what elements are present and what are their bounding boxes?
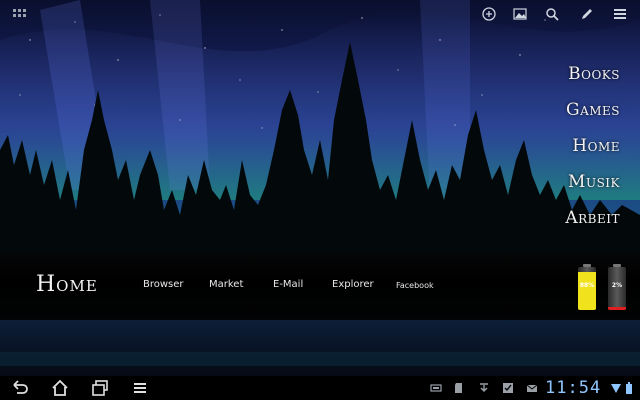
checkbox-icon[interactable] (502, 382, 514, 394)
top-bar (0, 0, 640, 30)
wallpaper-icon[interactable] (512, 6, 528, 22)
clock[interactable]: 11:54 (545, 378, 601, 398)
app-grid-icon[interactable] (12, 6, 28, 22)
side-menu-item-arbeit[interactable]: Arbeit (540, 200, 620, 236)
dock-bar: Home Browser Market E-Mail Explorer Face… (0, 254, 640, 320)
menu-icon[interactable] (612, 6, 628, 22)
battery-fill-dock (608, 307, 626, 310)
dock-link-facebook[interactable]: Facebook (396, 281, 434, 290)
side-menu: Books Games Home Musik Arbeit (540, 56, 620, 236)
battery-widget-device: 88% (578, 264, 596, 310)
wifi-icon[interactable] (610, 382, 622, 394)
system-bar: 11:54 (0, 376, 640, 400)
gmail-icon[interactable] (526, 382, 538, 394)
battery-icon[interactable] (625, 382, 633, 394)
battery-fill-device (578, 272, 596, 310)
side-menu-item-home[interactable]: Home (540, 128, 620, 164)
dock-link-explorer[interactable]: Explorer (332, 279, 374, 290)
dock-link-market[interactable]: Market (209, 279, 243, 290)
download-icon[interactable] (478, 382, 490, 394)
dock-link-browser[interactable]: Browser (143, 279, 184, 290)
battery-label-device: 88% (579, 282, 595, 289)
battery-widget-dock: 2% (608, 264, 626, 310)
dock-title: Home (36, 272, 98, 297)
dock-link-email[interactable]: E-Mail (273, 279, 303, 290)
side-menu-item-games[interactable]: Games (540, 92, 620, 128)
side-menu-item-musik[interactable]: Musik (540, 164, 620, 200)
sd-card-icon[interactable] (453, 382, 465, 394)
back-icon[interactable] (10, 379, 30, 397)
search-icon[interactable] (544, 6, 560, 22)
usb-icon[interactable] (430, 382, 442, 394)
home-icon[interactable] (50, 379, 70, 397)
recent-apps-icon[interactable] (90, 379, 110, 397)
add-widget-icon[interactable] (481, 6, 497, 22)
side-menu-item-books[interactable]: Books (540, 56, 620, 92)
menu-icon[interactable] (130, 379, 150, 397)
battery-label-dock: 2% (611, 282, 623, 289)
edit-icon[interactable] (579, 6, 595, 22)
